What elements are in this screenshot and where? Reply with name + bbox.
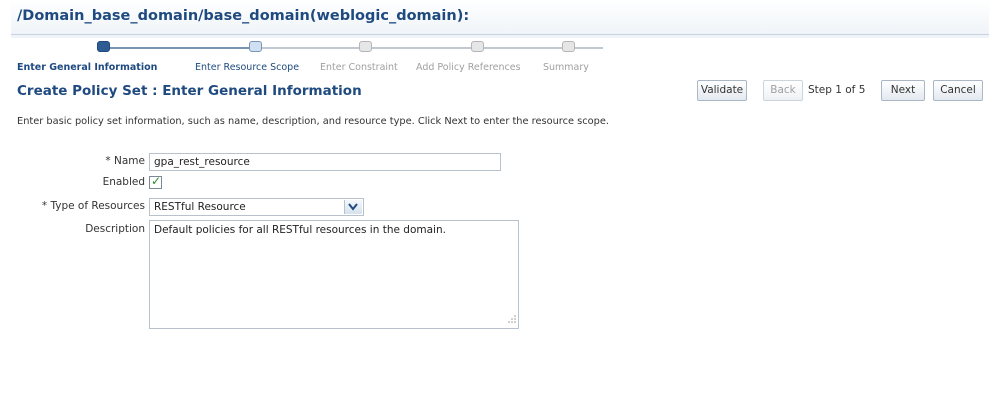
train-step-3-label: Enter Constraint — [320, 62, 398, 73]
enabled-checkbox[interactable]: ✓ — [149, 174, 162, 189]
train-step-5-icon — [562, 41, 575, 52]
type-of-resources-value: RESTful Resource — [154, 201, 246, 213]
checkmark-icon: ✓ — [151, 174, 162, 188]
train-step-1-icon — [97, 41, 110, 52]
name-input[interactable]: gpa_rest_resource — [149, 153, 501, 171]
instruction-text: Enter basic policy set information, such… — [17, 116, 609, 127]
back-button[interactable]: Back — [763, 80, 803, 101]
next-button[interactable]: Next — [881, 80, 925, 101]
chevron-down-icon[interactable] — [344, 200, 362, 214]
train-step-4-icon — [471, 41, 484, 52]
header-band: /Domain_base_domain/base_domain(weblogic… — [11, 0, 989, 38]
train-step-1-label: Enter General Information — [17, 62, 158, 73]
description-value: Default policies for all RESTful resourc… — [154, 224, 446, 236]
title-divider — [11, 34, 989, 35]
train-connector-1 — [106, 47, 251, 49]
step-indicator: Step 1 of 5 — [808, 84, 866, 96]
type-label-text: Type of Resources — [50, 200, 145, 212]
train-step-5-label: Summary — [543, 62, 589, 73]
name-field-label: * Name — [5, 155, 145, 167]
train-step-2-icon[interactable] — [249, 41, 262, 52]
name-label-text: Name — [114, 155, 145, 167]
section-title: Create Policy Set : Enter General Inform… — [17, 83, 362, 99]
train-step-3-icon — [359, 41, 372, 52]
type-of-resources-select[interactable]: RESTful Resource — [149, 198, 364, 216]
description-field-label: Description — [85, 223, 145, 235]
type-of-resources-label: * Type of Resources — [5, 200, 145, 212]
page-title: /Domain_base_domain/base_domain(weblogic… — [17, 8, 470, 24]
main-content: /Domain_base_domain/base_domain(weblogic… — [11, 0, 989, 400]
validate-button[interactable]: Validate — [697, 80, 747, 101]
train-connector-rest — [258, 47, 603, 49]
name-input-value: gpa_rest_resource — [154, 156, 250, 168]
name-required-mark: * — [105, 155, 115, 167]
description-textarea[interactable]: Default policies for all RESTful resourc… — [149, 220, 519, 329]
train-step-4-label: Add Policy References — [416, 62, 521, 73]
cancel-button[interactable]: Cancel — [933, 80, 983, 101]
train-step-2-label[interactable]: Enter Resource Scope — [195, 62, 299, 73]
enabled-field-label: Enabled — [102, 176, 145, 188]
resize-grip-icon[interactable] — [508, 314, 516, 326]
wizard-train: Enter General Information Enter Resource… — [11, 37, 631, 77]
